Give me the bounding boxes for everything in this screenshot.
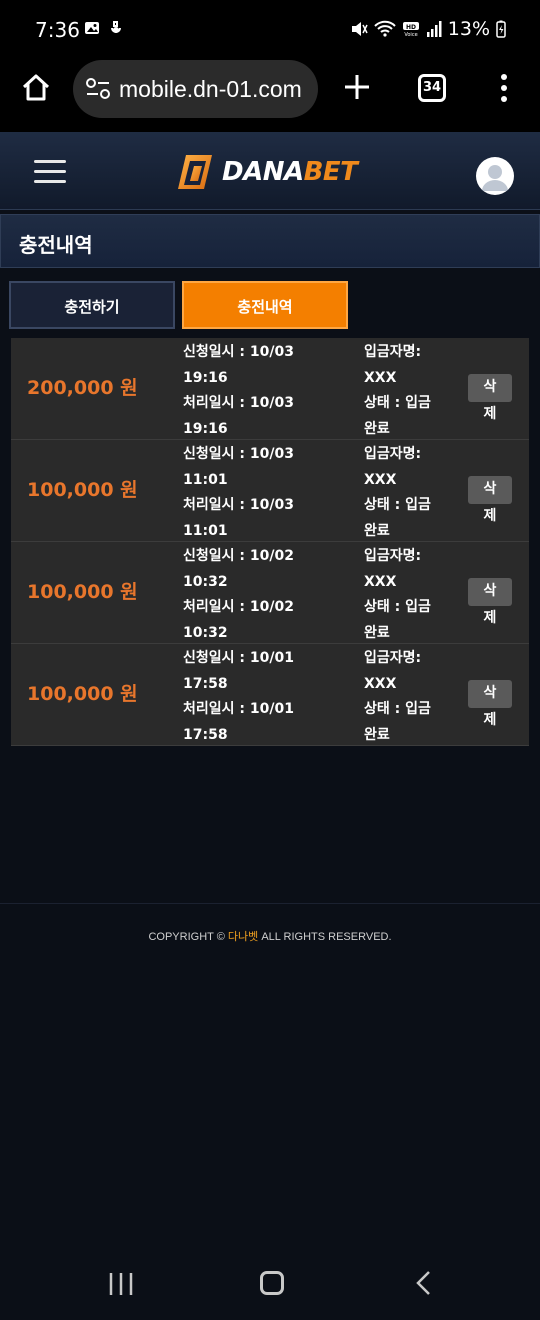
logo-text-white: DANA: [222, 157, 304, 187]
notification-icon: [111, 21, 121, 33]
back-icon[interactable]: [414, 1270, 432, 1296]
list-item: 100,000 원 신청일시 : 10/02 10:32 처리일시 : 10/0…: [11, 542, 529, 644]
process-time-label: 처리일시 : 10/01: [183, 701, 294, 717]
request-time-label: 신청일시 : 10/01: [183, 650, 294, 666]
request-time-value: 17:58: [183, 675, 228, 692]
tab-history[interactable]: 충전내역: [182, 281, 348, 329]
delete-button[interactable]: 삭제: [468, 374, 512, 422]
status-time: 7:36: [35, 18, 80, 42]
delete-button[interactable]: 삭제: [468, 680, 512, 728]
process-time-value: 11:01: [183, 522, 228, 539]
user-avatar-icon[interactable]: [476, 157, 514, 195]
process-time-value: 19:16: [183, 420, 228, 437]
amount: 100,000 원: [27, 683, 138, 705]
address-bar[interactable]: mobile.dn-01.com: [73, 60, 318, 118]
recent-apps-icon[interactable]: [108, 1272, 134, 1296]
request-time-label: 신청일시 : 10/02: [183, 548, 294, 564]
new-tab-icon[interactable]: [343, 73, 371, 101]
depositor-label: 입금자명:: [364, 344, 422, 360]
delete-button[interactable]: 삭제: [468, 578, 512, 626]
depositor-label: 입금자명:: [364, 548, 422, 564]
browser-toolbar: mobile.dn-01.com 34: [0, 60, 540, 132]
list-item: 100,000 원 신청일시 : 10/03 11:01 처리일시 : 10/0…: [11, 440, 529, 542]
logo-mark-icon: [178, 155, 212, 189]
status-bar: 7:36 HD Voice 13%: [0, 0, 540, 60]
footer-divider: [0, 903, 540, 904]
svg-text:Voice: Voice: [404, 32, 417, 38]
history-list: 200,000 원 신청일시 : 10/03 19:16 처리일시 : 10/0…: [11, 338, 529, 746]
depositor-value: XXX: [364, 369, 397, 386]
page-title-bar: 충전내역: [0, 214, 540, 268]
copyright-brand: 다나벳: [227, 931, 259, 943]
svg-text:HD: HD: [406, 24, 416, 31]
status-label: 상태 : 입금: [364, 497, 431, 513]
process-time-label: 처리일시 : 10/02: [183, 599, 294, 615]
process-time-value: 17:58: [183, 726, 228, 743]
process-time-value: 10:32: [183, 624, 228, 641]
home-icon[interactable]: [20, 72, 52, 104]
depositor-value: XXX: [364, 471, 397, 488]
page-title: 충전내역: [19, 233, 93, 257]
url-text: mobile.dn-01.com: [119, 76, 302, 102]
status-label: 상태 : 입금: [364, 701, 431, 717]
delete-button[interactable]: 삭제: [468, 476, 512, 524]
tab-switcher-button[interactable]: 34: [418, 74, 446, 102]
status-value: 완료: [364, 624, 390, 641]
tab-charge[interactable]: 충전하기: [9, 281, 175, 329]
request-time-value: 19:16: [183, 369, 228, 386]
status-label: 상태 : 입금: [364, 395, 431, 411]
logo-text-orange: BET: [303, 157, 358, 187]
amount: 100,000 원: [27, 479, 138, 501]
process-time-label: 처리일시 : 10/03: [183, 497, 294, 513]
more-menu-icon[interactable]: [500, 74, 508, 102]
depositor-label: 입금자명:: [364, 650, 422, 666]
site-header: DANABET: [0, 132, 540, 210]
wifi-icon: [374, 20, 396, 37]
site-settings-icon[interactable]: [85, 77, 111, 101]
status-value: 완료: [364, 522, 390, 539]
signal-icon: [426, 21, 442, 37]
system-nav-bar: [0, 1250, 540, 1320]
status-label: 상태 : 입금: [364, 599, 431, 615]
hamburger-menu-icon[interactable]: [34, 160, 66, 184]
hd-voice-icon: HDVoice: [402, 22, 419, 38]
site-logo[interactable]: DANABET: [174, 148, 374, 196]
request-time-value: 10:32: [183, 573, 228, 590]
process-time-label: 처리일시 : 10/03: [183, 395, 294, 411]
mute-icon: [351, 22, 368, 36]
request-time-value: 11:01: [183, 471, 228, 488]
request-time-label: 신청일시 : 10/03: [183, 446, 294, 462]
request-time-label: 신청일시 : 10/03: [183, 344, 294, 360]
nav-home-icon[interactable]: [260, 1271, 284, 1295]
copyright: COPYRIGHT © 다나벳 ALL RIGHTS RESERVED.: [148, 931, 392, 943]
amount: 100,000 원: [27, 581, 138, 603]
list-item: 200,000 원 신청일시 : 10/03 19:16 처리일시 : 10/0…: [11, 338, 529, 440]
depositor-label: 입금자명:: [364, 446, 422, 462]
battery-charging-icon: [496, 20, 506, 38]
amount: 200,000 원: [27, 377, 138, 399]
depositor-value: XXX: [364, 573, 397, 590]
gallery-icon: [85, 22, 99, 34]
list-item: 100,000 원 신청일시 : 10/01 17:58 처리일시 : 10/0…: [11, 644, 529, 746]
status-value: 완료: [364, 726, 390, 743]
depositor-value: XXX: [364, 675, 397, 692]
battery-percent: 13%: [447, 18, 490, 40]
status-value: 완료: [364, 420, 390, 437]
